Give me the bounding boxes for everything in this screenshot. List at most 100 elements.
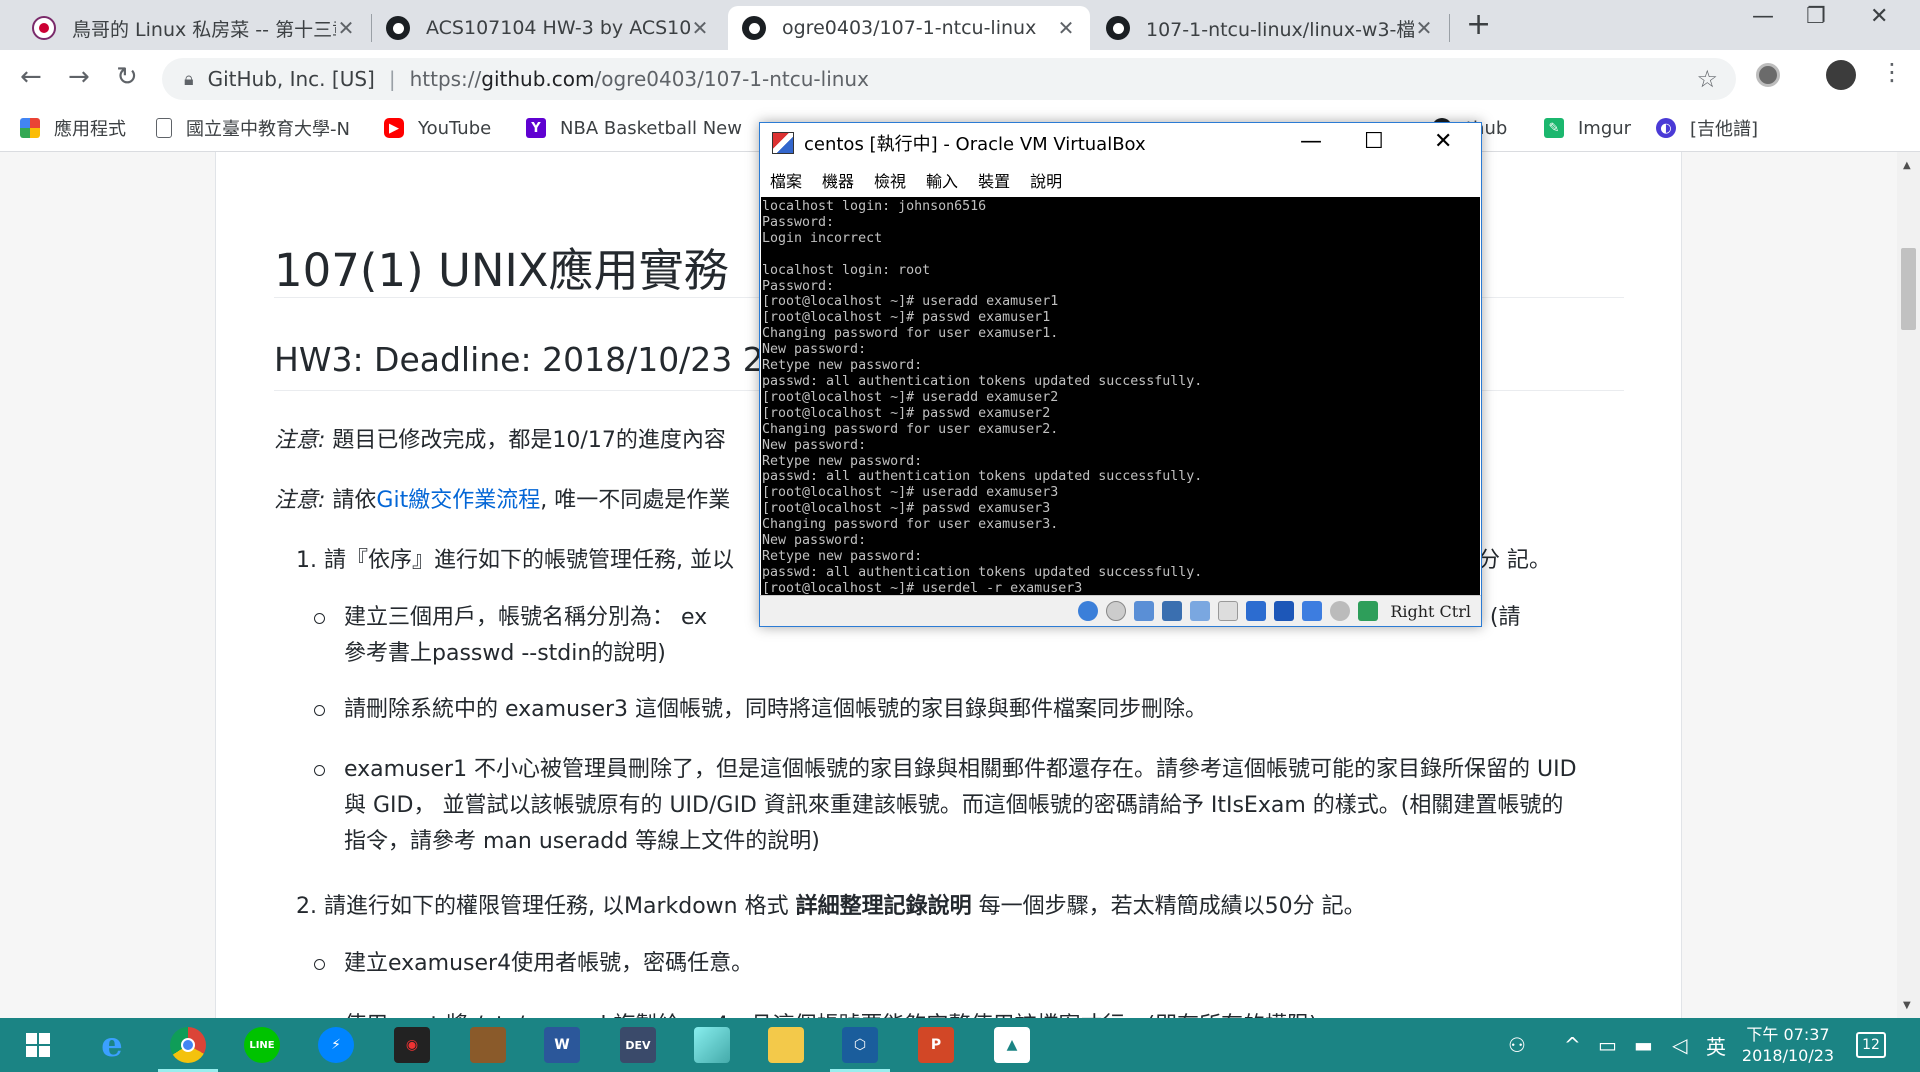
- terminal-line: [root@localhost ~]# passwd examuser1: [762, 310, 1051, 326]
- address-bar[interactable]: 🔒︎ GitHub, Inc. [US] | https://github.co…: [162, 58, 1736, 100]
- site-identity: GitHub, Inc. [US]: [207, 67, 375, 91]
- show-hidden-icons[interactable]: ^: [1564, 1018, 1581, 1072]
- windows-start-icon[interactable]: [20, 1027, 56, 1063]
- bookmark-label: Imgur: [1578, 117, 1632, 139]
- bookmark-ntcu[interactable]: 國立臺中教育大學-N: [156, 106, 350, 150]
- bookmark-apps[interactable]: 應用程式: [20, 106, 126, 150]
- scroll-down-icon[interactable]: ▼: [1903, 1000, 1911, 1011]
- mouse-integration-icon[interactable]: [1330, 601, 1351, 621]
- bookmark-label: YouTube: [418, 117, 492, 139]
- minimize-icon[interactable]: —: [1300, 129, 1322, 154]
- bookmark-star-icon[interactable]: ☆: [1696, 65, 1718, 93]
- system-clock[interactable]: 下午 07:37 2018/10/23: [1738, 1024, 1838, 1066]
- terminal-line: localhost login: johnson6516: [762, 199, 987, 214]
- url-path: /ogre0403/107-1-ntcu-linux: [594, 67, 869, 91]
- close-tab-icon[interactable]: ✕: [1056, 16, 1076, 40]
- word-icon[interactable]: W: [544, 1027, 580, 1063]
- restore-icon[interactable]: ❐: [1806, 4, 1826, 29]
- shared-folder-icon[interactable]: [1218, 601, 1239, 621]
- menu-kebab-icon[interactable]: ⋮: [1880, 58, 1904, 86]
- menu-view[interactable]: 檢視: [874, 168, 906, 192]
- terminal-line: [root@localhost ~]# useradd examuser3: [762, 485, 1059, 501]
- network-icon[interactable]: [1162, 601, 1183, 621]
- close-window-icon[interactable]: ✕: [1434, 129, 1452, 154]
- tab-linux-w3[interactable]: 107-1-ntcu-linux/linux-w3-檔案 ✕: [1092, 6, 1448, 50]
- virtualbox-window[interactable]: centos [執行中] - Oracle VM VirtualBox — ☐ …: [759, 122, 1482, 627]
- close-window-icon[interactable]: ✕: [1870, 4, 1888, 29]
- terminal-line: passwd: all authentication tokens update…: [762, 373, 1203, 389]
- browser-toolbar: ← → ↻ 🔒︎ GitHub, Inc. [US] | https://git…: [0, 50, 1920, 106]
- terminal-line: [root@localhost ~]# passwd examuser3: [762, 501, 1051, 517]
- keyboard-capture-icon[interactable]: [1358, 601, 1379, 621]
- video-capture-icon[interactable]: [1274, 601, 1295, 621]
- menu-devices[interactable]: 裝置: [978, 168, 1010, 192]
- new-tab-button[interactable]: +: [1466, 10, 1491, 40]
- volume-icon[interactable]: ◁: [1672, 1018, 1687, 1072]
- game-icon[interactable]: [470, 1027, 506, 1063]
- maximize-icon[interactable]: ☐: [1364, 129, 1384, 154]
- virtualbox-statusbar: Right Ctrl: [760, 595, 1481, 626]
- back-arrow-icon[interactable]: ←: [20, 62, 42, 92]
- terminal-line: Retype new password:: [762, 358, 923, 374]
- usb-icon[interactable]: [1190, 601, 1211, 621]
- close-tab-icon[interactable]: ✕: [1414, 16, 1434, 40]
- list-item-1: 1. 請『依序』進行如下的帳號管理任務, 並以: [296, 542, 734, 574]
- git-workflow-link[interactable]: Git繳交作業流程: [376, 488, 540, 513]
- display-icon[interactable]: [1246, 601, 1267, 621]
- powerpoint-icon[interactable]: P: [918, 1027, 954, 1063]
- scrollbar-thumb[interactable]: [1901, 248, 1916, 330]
- extension-icon[interactable]: [1756, 63, 1780, 87]
- photos-icon[interactable]: ▲: [994, 1027, 1030, 1063]
- hard-disk-icon[interactable]: [1078, 601, 1099, 621]
- chrome-icon[interactable]: [158, 1027, 218, 1072]
- optical-drive-icon[interactable]: [1106, 601, 1127, 621]
- menu-file[interactable]: 檔案: [770, 168, 802, 192]
- forward-arrow-icon[interactable]: →: [68, 62, 90, 92]
- ime-indicator[interactable]: 英: [1706, 1018, 1726, 1072]
- bookmark-youtube[interactable]: ▶ YouTube: [384, 106, 491, 150]
- list-text: 每一個步驟，若太精簡成績以50分 記。: [971, 894, 1366, 919]
- close-tab-icon[interactable]: ✕: [690, 16, 710, 40]
- file-explorer-icon[interactable]: [768, 1027, 804, 1063]
- virtualbox-taskbar-icon[interactable]: ⬡: [830, 1027, 890, 1072]
- messenger-icon[interactable]: ⚡: [318, 1027, 354, 1063]
- tab-active-repo[interactable]: ogre0403/107-1-ntcu-linux ✕: [728, 6, 1090, 50]
- reload-icon[interactable]: ↻: [116, 62, 138, 92]
- battery-icon[interactable]: ▬: [1634, 1018, 1653, 1072]
- profile-avatar[interactable]: [1826, 60, 1856, 90]
- vm-console[interactable]: localhost login: johnson6516 Password: Log…: [761, 197, 1480, 595]
- terminal-line: passwd: all authentication tokens update…: [762, 564, 1203, 580]
- github-icon: [386, 16, 410, 40]
- scroll-up-icon[interactable]: ▲: [1903, 160, 1911, 171]
- action-center-badge[interactable]: 12: [1856, 1032, 1886, 1058]
- line-icon[interactable]: LINE: [244, 1027, 280, 1063]
- tab-vbird[interactable]: 鳥哥的 Linux 私房菜 -- 第十三章 ✕: [18, 6, 370, 50]
- audio-icon[interactable]: [1134, 601, 1155, 621]
- terminal-line: Retype new password:: [762, 453, 923, 469]
- menu-machine[interactable]: 機器: [822, 168, 854, 192]
- bookmark-imgur[interactable]: ✎ Imgur: [1544, 106, 1631, 150]
- minimize-icon[interactable]: —: [1752, 4, 1774, 29]
- tab-divider: [1449, 14, 1450, 42]
- network-tray-icon[interactable]: ▭: [1598, 1018, 1617, 1072]
- notes-icon[interactable]: [694, 1027, 730, 1063]
- bookmark-guitar[interactable]: ◐ [吉他譜]: [1656, 106, 1758, 150]
- menu-input[interactable]: 輸入: [926, 168, 958, 192]
- guitar-icon: ◐: [1656, 118, 1676, 138]
- sub-item-create-user4: 建立examuser4使用者帳號，密碼任意。: [314, 946, 1584, 982]
- bookmark-label: [吉他譜]: [1690, 119, 1759, 140]
- page-scrollbar[interactable]: ▲ ▼: [1897, 152, 1920, 1018]
- bookmark-nba[interactable]: Y NBA Basketball New: [526, 106, 742, 150]
- garena-icon[interactable]: ◉: [394, 1027, 430, 1063]
- tab-hw3[interactable]: ACS107104 HW-3 by ACS1071 ✕: [372, 6, 724, 50]
- devcpp-icon[interactable]: DEV: [620, 1027, 656, 1063]
- github-icon: [742, 16, 766, 40]
- menu-help[interactable]: 說明: [1030, 168, 1062, 192]
- url-host: github.com: [481, 67, 595, 91]
- internet-explorer-icon[interactable]: e: [94, 1025, 130, 1065]
- tab-title: ogre0403/107-1-ntcu-linux: [782, 17, 1037, 39]
- close-tab-icon[interactable]: ✕: [336, 16, 356, 40]
- cpu-icon[interactable]: [1302, 601, 1323, 621]
- people-icon[interactable]: ⚇: [1508, 1018, 1526, 1072]
- yahoo-icon: Y: [526, 118, 546, 138]
